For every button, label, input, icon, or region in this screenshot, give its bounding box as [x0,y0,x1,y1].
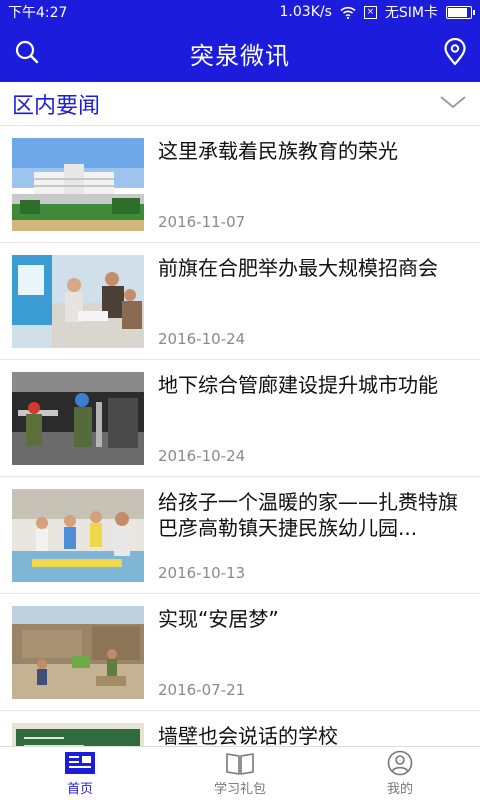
news-text: 这里承载着民族教育的荣光 2016-11-07 [158,138,468,233]
app-bar: 突泉微讯 [0,24,480,82]
wifi-icon [340,6,356,19]
search-icon[interactable] [12,37,42,67]
news-title: 地下综合管廊建设提升城市功能 [158,373,438,397]
news-text: 前旗在合肥举办最大规模招商会 2016-10-24 [158,255,468,350]
tab-home[interactable]: 首页 [0,747,160,800]
news-item-6[interactable]: 墙壁也会说话的学校 [0,711,480,746]
tab-learning-pack[interactable]: 学习礼包 [160,747,320,800]
news-date: 2016-10-13 [158,564,246,582]
tab-label: 学习礼包 [213,782,266,797]
section-header[interactable]: 区内要闻 [0,82,480,126]
news-date: 2016-07-21 [158,681,246,699]
location-icon[interactable] [442,38,468,66]
news-item-3[interactable]: 地下综合管廊建设提升城市功能 2016-10-24 [0,360,480,477]
news-date: 2016-10-24 [158,447,246,465]
sim-status: 无SIM卡 [384,5,438,21]
news-text: 实现“安居梦” 2016-07-21 [158,606,468,701]
news-thumbnail [12,255,144,348]
status-bar: 下午4:27 1.03K/s × 无SIM卡 [0,0,480,24]
user-icon [387,750,413,776]
tab-label: 首页 [66,782,93,797]
news-date: 2016-11-07 [158,213,246,231]
news-thumbnail [12,372,144,465]
news-text: 给孩子一个温暖的家——扎赉特旗巴彦高勒镇天捷民族幼儿园... 2016-10-1… [158,489,468,584]
app-title: 突泉微讯 [190,41,290,70]
section-title: 区内要闻 [12,93,101,119]
news-icon [65,752,95,774]
news-text: 地下综合管廊建设提升城市功能 2016-10-24 [158,372,468,467]
status-right: 1.03K/s × 无SIM卡 [279,2,475,22]
bottom-tab-bar: 首页 学习礼包 我的 [0,746,480,800]
news-thumbnail [12,606,144,699]
book-icon [226,753,254,775]
news-item-4[interactable]: 给孩子一个温暖的家——扎赉特旗巴彦高勒镇天捷民族幼儿园... 2016-10-1… [0,477,480,594]
chevron-down-icon[interactable] [438,92,468,112]
tab-mine[interactable]: 我的 [320,747,480,800]
news-title: 这里承载着民族教育的荣光 [158,139,398,163]
battery-level [448,7,467,17]
news-title: 实现“安居梦” [158,607,279,631]
status-time: 下午4:27 [8,5,68,21]
news-title: 墙壁也会说话的学校 [158,724,338,746]
news-item-5[interactable]: 实现“安居梦” 2016-07-21 [0,594,480,711]
news-thumbnail [12,489,144,582]
news-item-2[interactable]: 前旗在合肥举办最大规模招商会 2016-10-24 [0,243,480,360]
news-title: 前旗在合肥举办最大规模招商会 [158,256,438,280]
news-thumbnail [12,138,144,231]
tab-label: 我的 [386,782,413,797]
news-title: 给孩子一个温暖的家——扎赉特旗巴彦高勒镇天捷民族幼儿园... [158,490,458,540]
battery-icon [446,5,475,19]
news-list[interactable]: 这里承载着民族教育的荣光 2016-11-07 前旗在合肥举办最大规模招商会 2… [0,126,480,746]
news-thumbnail [12,723,144,746]
news-date: 2016-10-24 [158,330,246,348]
news-item-1[interactable]: 这里承载着民族教育的荣光 2016-11-07 [0,126,480,243]
no-sim-icon: × [363,5,377,19]
network-speed: 1.03K/s [279,4,332,20]
news-text: 墙壁也会说话的学校 [158,723,468,746]
